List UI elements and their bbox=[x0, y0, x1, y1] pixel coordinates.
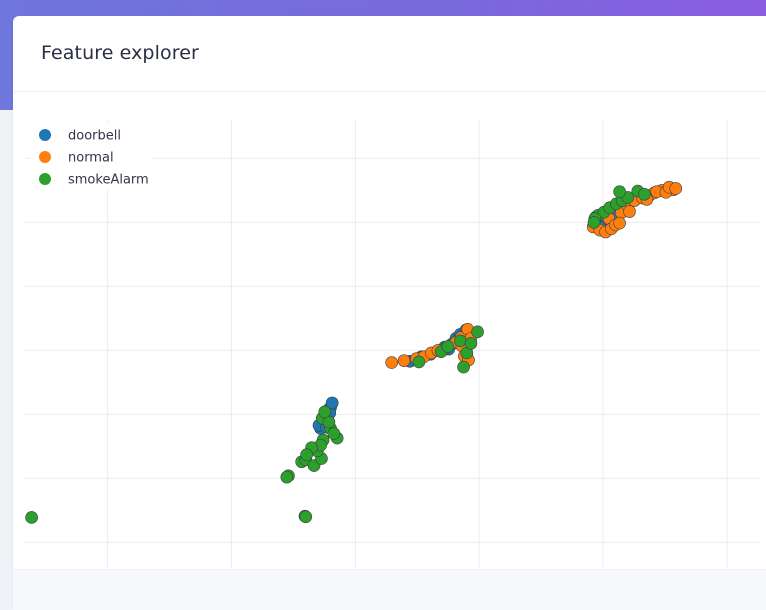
data-point-smokeAlarm[interactable] bbox=[299, 510, 313, 524]
data-point-normal[interactable] bbox=[669, 182, 683, 195]
series-normal bbox=[385, 180, 683, 369]
data-point-normal[interactable] bbox=[397, 354, 411, 367]
legend-marker bbox=[39, 173, 51, 185]
data-point-smokeAlarm[interactable] bbox=[471, 325, 484, 339]
data-point-normal[interactable] bbox=[613, 216, 626, 230]
legend-marker bbox=[39, 129, 51, 141]
data-point-smokeAlarm[interactable] bbox=[464, 337, 478, 350]
data-point-smokeAlarm[interactable] bbox=[638, 187, 651, 201]
scatter-points bbox=[25, 180, 683, 524]
data-point-normal[interactable] bbox=[623, 205, 636, 218]
data-point-smokeAlarm[interactable] bbox=[457, 360, 470, 374]
data-point-smokeAlarm[interactable] bbox=[318, 405, 332, 419]
data-point-smokeAlarm[interactable] bbox=[613, 185, 626, 198]
legend-label: doorbell bbox=[68, 129, 121, 144]
data-point-normal[interactable] bbox=[385, 356, 398, 369]
data-point-smokeAlarm[interactable] bbox=[327, 427, 341, 440]
scatter-plot[interactable]: doorbell normal smokeAlarm bbox=[0, 0, 766, 592]
legend[interactable]: doorbell normal smokeAlarm bbox=[30, 124, 152, 190]
data-point-smokeAlarm[interactable] bbox=[25, 511, 38, 524]
legend-label: smokeAlarm bbox=[68, 173, 149, 188]
series-doorbell bbox=[312, 207, 620, 435]
data-point-smokeAlarm[interactable] bbox=[587, 216, 601, 229]
data-point-smokeAlarm[interactable] bbox=[441, 340, 455, 353]
legend-label: normal bbox=[68, 151, 114, 166]
data-point-smokeAlarm[interactable] bbox=[412, 355, 426, 369]
data-point-smokeAlarm[interactable] bbox=[300, 448, 313, 462]
data-point-smokeAlarm[interactable] bbox=[453, 334, 467, 348]
series-smokeAlarm bbox=[25, 184, 651, 524]
legend-marker bbox=[39, 151, 51, 163]
data-point-smokeAlarm[interactable] bbox=[280, 470, 294, 484]
